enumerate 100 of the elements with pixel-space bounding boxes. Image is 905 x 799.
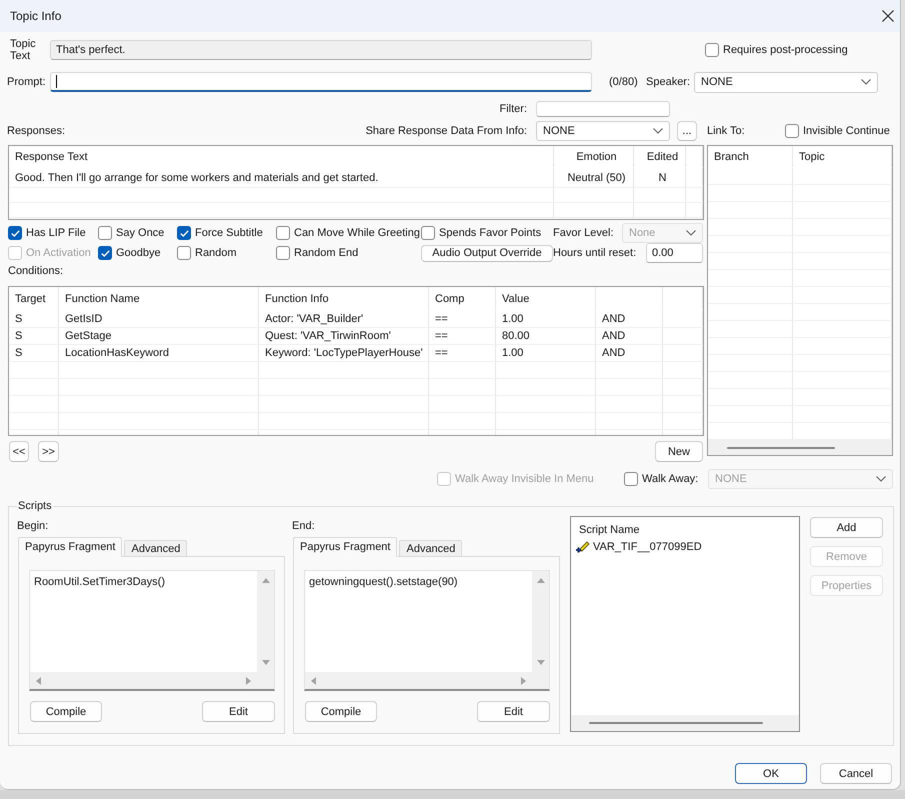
tab[interactable]: Papyrus Fragment <box>18 537 122 557</box>
section-label: Link To: <box>707 125 746 137</box>
table-cell: Actor: 'VAR_Builder' <box>259 311 429 327</box>
field-label: End: <box>292 520 316 533</box>
field-label: Topic Text <box>9 38 37 62</box>
code-editor[interactable]: getowningquest().setstage(90) <box>304 570 550 691</box>
edit-button[interactable]: Edit <box>202 701 275 722</box>
checkbox-label: Random End <box>294 247 358 259</box>
table-cell: GetStage <box>59 328 259 344</box>
scrollbar-thumb[interactable] <box>589 722 763 724</box>
table-cell: 1.00 <box>496 345 596 361</box>
vertical-scrollbar[interactable] <box>257 571 274 672</box>
table-cell: Quest: 'VAR_TirwinRoom' <box>259 328 429 344</box>
checkbox-label: Force Subtitle <box>195 227 263 239</box>
field-label: Favor Level: <box>553 227 614 239</box>
checkbox[interactable] <box>421 226 435 240</box>
checkbox[interactable] <box>276 246 290 260</box>
arrow-down-icon[interactable] <box>262 659 270 666</box>
chevron-down-icon <box>653 128 663 134</box>
compile-button[interactable]: Compile <box>30 701 102 722</box>
share-dropdown[interactable]: NONE <box>536 121 670 141</box>
table-cell: Neutral (50) <box>554 168 634 187</box>
horizontal-scrollbar[interactable] <box>305 672 549 689</box>
chevron-down-icon <box>861 79 871 85</box>
column-header[interactable]: Branch <box>708 146 793 167</box>
prompt-field[interactable] <box>50 72 592 92</box>
column-header[interactable]: Comp <box>429 287 496 310</box>
column-header[interactable]: Target <box>9 287 59 310</box>
scrollbar-thumb[interactable] <box>727 446 835 448</box>
vertical-scrollbar[interactable] <box>532 571 549 672</box>
previous-button[interactable]: << <box>9 441 29 462</box>
group-title: Scripts <box>17 500 53 512</box>
checkbox-label: Has LIP File <box>26 227 86 239</box>
checkbox[interactable] <box>8 226 22 240</box>
topic-text-field[interactable]: That's perfect. <box>50 40 592 60</box>
browse-button[interactable]: ... <box>677 121 697 141</box>
table-cell: == <box>429 311 496 327</box>
column-header[interactable]: Value <box>496 287 596 310</box>
checkbox-label: On Activation <box>26 247 91 259</box>
checkbox-label: Random <box>195 247 237 259</box>
field-label: Begin: <box>17 520 50 533</box>
filter-field[interactable] <box>536 101 670 117</box>
horizontal-scrollbar[interactable] <box>571 715 799 731</box>
checkbox-label: Spends Favor Points <box>439 227 542 239</box>
field-label: Prompt: <box>7 76 47 88</box>
arrow-right-icon[interactable] <box>520 676 527 684</box>
tab[interactable]: Advanced <box>124 540 188 557</box>
checkbox[interactable] <box>785 124 799 138</box>
text-cursor-icon <box>56 75 57 88</box>
checkbox[interactable] <box>276 226 290 240</box>
column-header[interactable]: Response Text <box>9 146 554 167</box>
tab[interactable]: Papyrus Fragment <box>293 537 398 557</box>
push-button[interactable]: Add <box>810 517 883 538</box>
checkbox[interactable] <box>705 42 719 56</box>
section-label: Conditions: <box>8 264 64 278</box>
next-button[interactable]: >> <box>38 441 59 462</box>
new-button[interactable]: New <box>655 441 703 462</box>
edit-button[interactable]: Edit <box>477 701 550 722</box>
checkbox-label: Requires post-processing <box>723 44 848 56</box>
column-header[interactable]: Function Info <box>259 287 429 310</box>
field-label: Share Response Data From Info: <box>364 125 527 137</box>
input-field[interactable]: 0.00 <box>646 243 703 263</box>
column-header[interactable]: Edited <box>634 146 686 167</box>
table-cell: == <box>429 328 496 344</box>
section-label: Responses: <box>7 125 66 137</box>
table-cell: Keyword: 'LocTypePlayerHouse' <box>259 345 429 361</box>
arrow-up-icon[interactable] <box>262 577 270 584</box>
cancel-button[interactable]: Cancel <box>820 763 892 784</box>
checkbox[interactable] <box>177 246 191 260</box>
arrow-down-icon[interactable] <box>536 659 544 666</box>
column-header[interactable]: Script Name <box>571 517 799 538</box>
checkbox[interactable] <box>177 226 191 240</box>
pencil-icon <box>576 540 590 554</box>
arrow-up-icon[interactable] <box>536 577 544 584</box>
horizontal-scrollbar[interactable] <box>708 440 892 455</box>
checkmark-icon <box>100 250 110 256</box>
horizontal-scrollbar[interactable] <box>30 672 274 689</box>
compile-button[interactable]: Compile <box>305 701 377 722</box>
tab[interactable]: Advanced <box>399 540 462 557</box>
column-header[interactable]: Function Name <box>59 287 259 310</box>
ok-button[interactable]: OK <box>735 763 807 784</box>
field-label: Hours until reset: <box>553 247 636 259</box>
arrow-left-icon[interactable] <box>310 676 317 684</box>
table-cell: N <box>634 168 686 187</box>
push-button[interactable]: Audio Output Override <box>421 244 553 262</box>
arrow-left-icon[interactable] <box>35 676 42 684</box>
code-text: RoomUtil.SetTimer3Days() <box>30 571 257 672</box>
speaker-dropdown[interactable]: NONE <box>694 72 878 92</box>
checkbox[interactable] <box>98 226 112 240</box>
checkbox[interactable] <box>98 246 112 260</box>
code-editor[interactable]: RoomUtil.SetTimer3Days() <box>29 570 275 691</box>
table-cell: S <box>9 328 59 344</box>
table-cell: == <box>429 345 496 361</box>
list-item[interactable]: VAR_TIF__077099ED <box>593 541 702 553</box>
checkbox-label: Walk Away Invisible In Menu <box>455 473 594 485</box>
column-header[interactable]: Emotion <box>554 146 634 167</box>
window-title: Topic Info <box>10 9 62 23</box>
column-header[interactable]: Topic <box>793 146 892 167</box>
arrow-right-icon[interactable] <box>245 676 252 684</box>
table-cell: 1.00 <box>496 311 596 327</box>
